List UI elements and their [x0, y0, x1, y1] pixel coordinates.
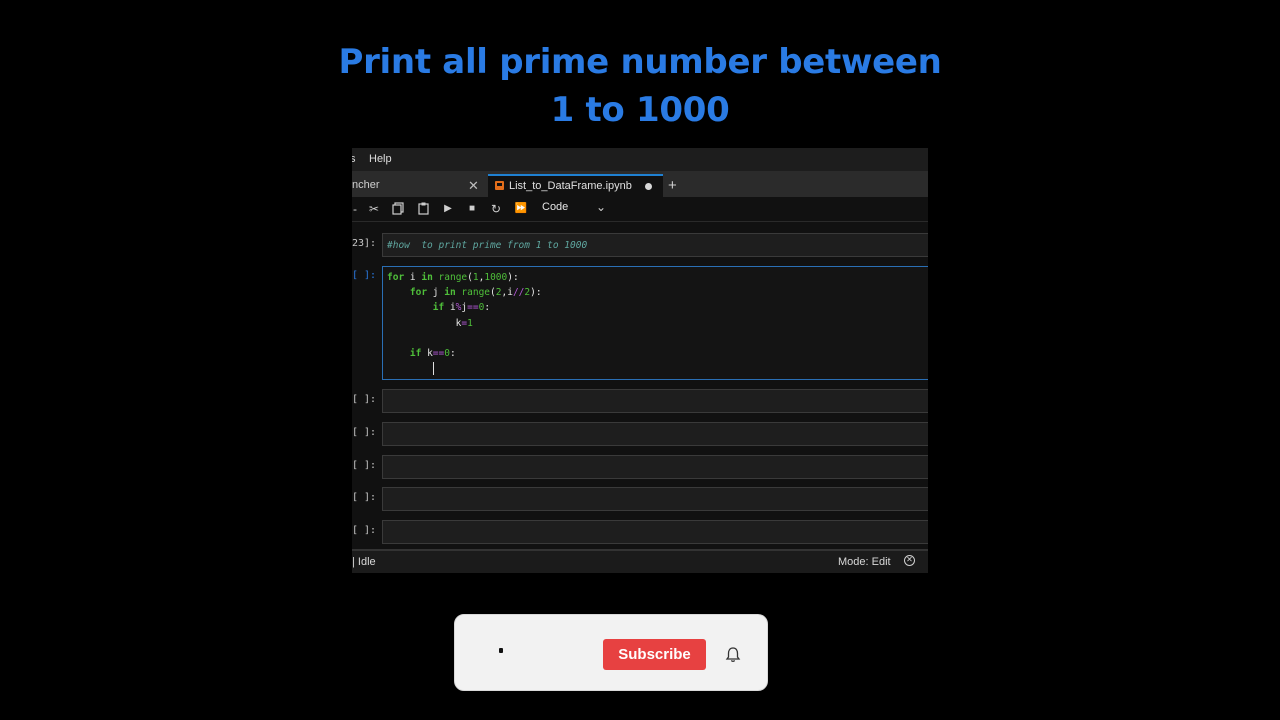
- code-line-3: if i%j==0:: [432, 302, 491, 314]
- cell-prompt: 23]:: [352, 238, 377, 249]
- video-title-line2: 1 to 1000: [550, 90, 730, 130]
- cell-prompt: [ ]:: [352, 492, 377, 503]
- notebook-cell: [ ]:: [352, 487, 928, 511]
- tab-notebook[interactable]: List_to_DataFrame.ipynb: [488, 174, 663, 197]
- code-line-1: for i in range(1,1000):: [387, 272, 519, 283]
- code-line-2: for j in range(2,i//2):: [409, 287, 542, 299]
- cell-input[interactable]: [382, 422, 928, 446]
- cell-prompt: [ ]:: [352, 427, 377, 438]
- run-icon[interactable]: ▶: [441, 197, 455, 221]
- video-title: Print all prime number between 1 to 1000: [290, 38, 990, 134]
- cell-input[interactable]: #how to print prime from 1 to 1000: [382, 233, 928, 257]
- chevron-down-icon[interactable]: ⌄: [596, 197, 606, 217]
- cell-type-select[interactable]: Code: [542, 197, 568, 217]
- code-line-4: k=1: [387, 317, 473, 329]
- cell-prompt: [ ]:: [352, 460, 377, 471]
- close-icon[interactable]: ✕: [468, 174, 479, 197]
- text-cursor: [432, 362, 434, 376]
- tab-launcher-label: ncher: [352, 179, 380, 191]
- menu-item-partial[interactable]: s: [352, 148, 356, 171]
- notification-icon[interactable]: ✕: [904, 555, 915, 566]
- code-comment: #how to print prime from 1 to 1000: [387, 240, 588, 251]
- notebook-toolbar: - ✂ ▶ ■ ↻ ⏩ Code ⌄: [352, 197, 928, 222]
- cell-prompt: [ ]:: [352, 394, 377, 405]
- notebook-cell: 23]: #how to print prime from 1 to 1000: [352, 233, 928, 257]
- notebook-cell-active: [ ]: for i in range(1,1000): for j in ra…: [352, 266, 928, 380]
- code-line-6: if k==0:: [409, 348, 456, 360]
- code-block[interactable]: for i in range(1,1000): for j in range(2…: [383, 267, 928, 376]
- cell-input[interactable]: [382, 389, 928, 413]
- unsaved-dot-icon[interactable]: [645, 183, 652, 190]
- menubar: s Help: [352, 148, 928, 171]
- cell-input[interactable]: [382, 455, 928, 479]
- notebook-cell: [ ]:: [352, 389, 928, 413]
- kernel-status: | Idle: [352, 556, 376, 568]
- jupyterlab-window: s Help ncher ✕ List_to_DataFrame.ipynb +…: [352, 148, 928, 573]
- stop-icon[interactable]: ■: [465, 197, 479, 221]
- subscribe-overlay: Subscribe: [454, 614, 768, 691]
- cell-input[interactable]: [382, 487, 928, 511]
- code-editor[interactable]: for i in range(1,1000): for j in range(2…: [382, 266, 928, 380]
- notebook-cell: [ ]:: [352, 520, 928, 544]
- notebook-cell: [ ]:: [352, 455, 928, 479]
- notebook-icon: [495, 181, 504, 190]
- copy-icon[interactable]: [390, 197, 406, 221]
- fast-forward-icon[interactable]: ⏩: [513, 197, 529, 221]
- add-tab-icon[interactable]: +: [668, 174, 677, 197]
- bell-icon[interactable]: [723, 645, 743, 665]
- subscribe-button[interactable]: Subscribe: [603, 639, 706, 670]
- tab-launcher[interactable]: ncher ✕: [352, 174, 485, 197]
- cell-prompt: [ ]:: [352, 525, 377, 536]
- save-icon[interactable]: -: [352, 197, 358, 221]
- menu-item-help[interactable]: Help: [369, 148, 392, 171]
- notebook-cell: [ ]:: [352, 422, 928, 446]
- paste-icon[interactable]: [415, 197, 431, 221]
- cut-icon[interactable]: ✂: [366, 197, 382, 221]
- tab-bar: ncher ✕ List_to_DataFrame.ipynb +: [352, 171, 928, 197]
- status-bar: | Idle Mode: Edit ✕: [352, 549, 928, 573]
- cell-prompt: [ ]:: [352, 270, 377, 281]
- mouse-pointer-icon: [499, 648, 503, 653]
- mode-indicator[interactable]: Mode: Edit: [838, 551, 891, 573]
- tab-notebook-label: List_to_DataFrame.ipynb: [509, 180, 632, 192]
- video-title-line1: Print all prime number between: [338, 42, 942, 82]
- cell-input[interactable]: [382, 520, 928, 544]
- restart-icon[interactable]: ↻: [489, 197, 503, 221]
